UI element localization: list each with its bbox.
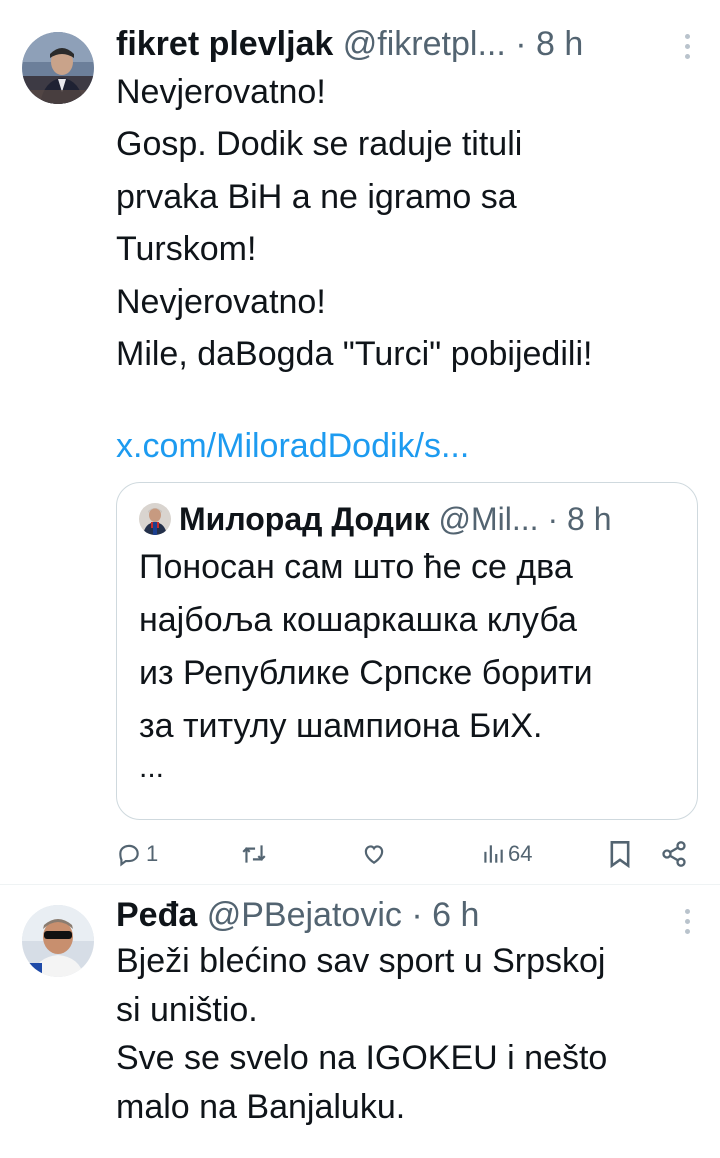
- tweet[interactable]: Peđa @PBejatovic · 6 h Bježi blećino sav…: [0, 884, 720, 1158]
- separator-dot: ·: [547, 501, 559, 537]
- quote-truncation: ...: [139, 751, 165, 784]
- like-button[interactable]: [360, 836, 392, 872]
- action-bar: 1 64: [116, 836, 696, 872]
- user-handle[interactable]: @PBejatovic: [207, 896, 402, 934]
- repost-icon: [242, 845, 266, 863]
- heart-icon: [364, 845, 384, 864]
- bookmark-icon: [610, 841, 630, 868]
- views-button[interactable]: 64: [482, 836, 532, 872]
- views-icon: [484, 845, 503, 863]
- avatar[interactable]: [22, 905, 94, 977]
- repost-button[interactable]: [240, 836, 272, 872]
- quoted-tweet[interactable]: Милорад Додик @Mil... · 8 h Поносан сам …: [116, 482, 698, 820]
- timestamp[interactable]: 8 h: [536, 25, 583, 63]
- display-name[interactable]: Peđa: [116, 896, 197, 934]
- timestamp[interactable]: 6 h: [432, 896, 479, 934]
- quote-timestamp: 8 h: [567, 501, 612, 537]
- more-icon[interactable]: [680, 909, 694, 934]
- display-name[interactable]: fikret plevljak: [116, 25, 333, 63]
- separator-dot: ·: [411, 896, 423, 934]
- quote-header: Милорад Додик @Mil... · 8 h: [179, 500, 679, 538]
- separator-dot: ·: [515, 25, 527, 63]
- tweet-link[interactable]: x.com/MiloradDodik/s...: [116, 420, 469, 472]
- avatar[interactable]: [22, 32, 94, 104]
- tweet[interactable]: fikret plevljak @fikretpl... · 8 h Nevje…: [0, 0, 720, 884]
- views-count: 64: [508, 841, 533, 866]
- tweet-text: Bježi blećino sav sport u Srpskoj si uni…: [116, 942, 608, 1126]
- tweet-text: Nevjerovatno! Gosp. Dodik se raduje titu…: [116, 73, 593, 374]
- quote-user-handle: @Mil...: [438, 501, 539, 537]
- more-icon[interactable]: [680, 34, 694, 59]
- share-icon: [662, 841, 686, 867]
- reply-button[interactable]: 1: [116, 836, 158, 872]
- tweet-header: Peđa @PBejatovic · 6 h: [116, 895, 660, 935]
- reply-icon: [119, 844, 139, 867]
- share-button[interactable]: [660, 836, 688, 872]
- reply-count: 1: [146, 841, 159, 866]
- quote-display-name: Милорад Додик: [179, 501, 430, 537]
- quote-text: Поносан сам што ће се два најбоља кошарк…: [139, 548, 593, 745]
- tweet-header: fikret plevljak @fikretpl... · 8 h: [116, 24, 660, 64]
- bookmark-button[interactable]: [608, 836, 632, 872]
- user-handle[interactable]: @fikretpl...: [343, 25, 506, 63]
- quote-avatar[interactable]: [139, 503, 171, 535]
